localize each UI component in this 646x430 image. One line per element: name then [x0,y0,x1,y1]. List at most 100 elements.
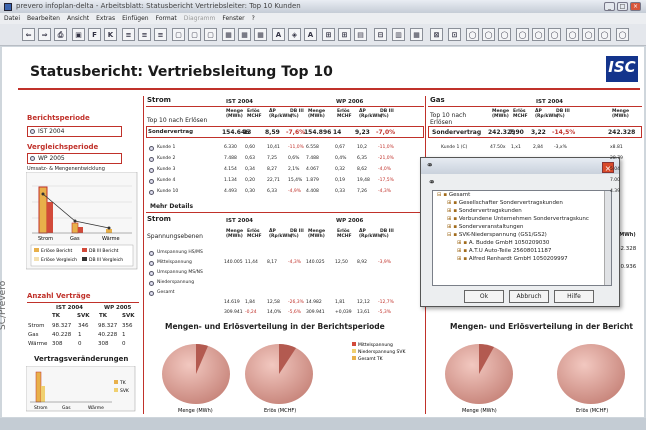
toolbar-button[interactable]: ▢ [172,28,185,41]
toolbar-button[interactable]: F [88,28,101,41]
toolbar-button[interactable]: ◯ [548,28,561,41]
spannung-cell[interactable]: Umspannung MS/NS [157,270,203,275]
gas-title: Gas [430,96,445,104]
gas-col-header: Menge (MWh) [492,109,510,119]
menu-extras[interactable]: Extras [96,15,115,22]
toolbar-button[interactable]: ⎙ [54,28,67,41]
strom-col-header: DB III (%) [380,109,394,119]
toolbar-button[interactable]: ⊠ [430,28,443,41]
tree-item[interactable]: ⊞ ▪ A. Budde GmbH 1050209030 [433,239,611,247]
folder-icon: ⊟ ▪ [447,232,459,238]
toolbar-button[interactable]: ◯ [616,28,629,41]
toolbar-button[interactable]: ◯ [566,28,579,41]
toolbar-button[interactable]: A [272,28,285,41]
menu-ansicht[interactable]: Ansicht [67,15,89,22]
menu-datei[interactable]: Datei [4,15,20,22]
toolbar-button[interactable]: ⊞ [322,28,335,41]
toolbar-button[interactable]: ▦ [410,28,423,41]
gas-cell: 1,x1 [511,145,521,150]
toolbar-button[interactable]: ⊞ [338,28,351,41]
gas-period: IST 2004 [536,99,563,105]
toolbar-button[interactable]: ≡ [122,28,135,41]
spannung-cell[interactable]: Umspannung HS/MS [157,250,203,255]
toolbar-button[interactable]: ▥ [392,28,405,41]
spannung-cell[interactable]: Gesamt [157,290,175,295]
bar-strom-db [47,202,53,233]
gas-cell[interactable]: Kunde 1 (C) [441,145,467,150]
pie-title-left: Mengen- und Erlösverteilung in der Beric… [165,322,385,331]
spannung-cell[interactable]: Niederspannung [157,280,194,285]
tree-item[interactable]: ⊟ ▪ SVK-Niederspannung (GS1/GS2) [433,231,611,239]
toolbar-button[interactable]: ▢ [204,28,217,41]
strom-cell[interactable]: Kunde 10 [157,189,178,194]
strom-cell[interactable]: Kunde 4 [157,178,175,183]
toolbar-button[interactable]: K [104,28,117,41]
menu-bar: Datei Bearbeiten Ansicht Extras Einfügen Form… [0,13,646,24]
tree-item[interactable]: ⊞ ▪ Sonderveranstaltungen [433,223,611,231]
tree-item[interactable]: ⊟ ▪ Gesamt [433,191,611,199]
toolbar-button[interactable]: ⊟ [374,28,387,41]
vt-cell: 98.327 [98,323,118,329]
abbruch-button[interactable]: Abbruch [509,290,549,303]
tree-item[interactable]: ⊞ ▪ A.T.U Auto-Teile 25608011187 [433,247,611,255]
toolbar-button[interactable]: ▦ [238,28,251,41]
menu-einfuegen[interactable]: Einfügen [122,15,148,22]
tree-item-label: Gesamt [448,192,471,198]
strom-cell: 0,33 [335,189,346,194]
toolbar-button[interactable]: ◯ [582,28,595,41]
toolbar-button[interactable]: ≡ [154,28,167,41]
berichtsperiode-select[interactable]: IST 2004 [27,126,122,137]
binoculars-icon[interactable]: ⚭ [426,161,434,171]
menu-fenster[interactable]: Fenster [222,15,244,22]
toolbar-button[interactable]: ▦ [254,28,267,41]
tree-item[interactable]: ⊞ ▪ Gesellschafter Sondervertragskunden [433,199,611,207]
toolbar-button[interactable]: ≡ [138,28,151,41]
svg-text:Wärme: Wärme [88,405,104,411]
ok-button[interactable]: Ok [464,290,504,303]
toolbar-button[interactable]: ◯ [598,28,611,41]
strom-cell[interactable]: Kunde 3 [157,167,175,172]
mehr-details-link[interactable]: Mehr Details [150,203,193,210]
tree-item[interactable]: ⊞ ▪ Verbundene Unternehmen Sondervertrag… [433,215,611,223]
vt-cell: 98.327 [52,323,72,329]
menu-bearbeiten[interactable]: Bearbeiten [27,15,60,22]
toolbar-button[interactable]: ◈ [288,28,301,41]
minimize-button[interactable]: _ [604,2,615,11]
strom-col-header: ÄP (Rp/kWh) [269,109,293,119]
toolbar-button[interactable]: ⇐ [22,28,35,41]
spannung-cell: 309.941 [224,310,243,315]
toolbar-button[interactable]: ▦ [222,28,235,41]
vt-cell: Wärme [28,341,48,347]
close-button[interactable]: × [630,2,641,11]
spannung-cell: -3,9% [378,260,392,265]
menu-format[interactable]: Format [156,15,177,22]
strom-cell[interactable]: Kunde 2 [157,156,175,161]
toolbar-button[interactable]: ◯ [466,28,479,41]
toolbar-button[interactable]: ▤ [354,28,367,41]
toolbar-button[interactable]: ⊡ [448,28,461,41]
toolbar-button[interactable]: ◯ [516,28,529,41]
toolbar-button[interactable]: ◯ [532,28,545,41]
vt-subhead: TK [52,313,61,319]
tree-item[interactable]: ⊞ ▪ Alfred Renhardt GmbH 1050209997 [433,255,611,263]
bar-waerme-erloese [106,229,112,233]
toolbar-button[interactable]: ▢ [188,28,201,41]
strom-cell[interactable]: Kunde 1 [157,145,175,150]
toolbar-button[interactable]: ◯ [482,28,495,41]
search-binoculars-icon[interactable]: ⚭ [428,178,436,188]
toolbar-button[interactable]: ▣ [72,28,85,41]
tree-item-label: SVK-Niederspannung (GS1/GS2) [458,232,547,238]
toolbar-button[interactable]: A [304,28,317,41]
tree-scrollbar[interactable] [604,191,611,285]
hilfe-button[interactable]: Hilfe [554,290,594,303]
toolbar-button[interactable]: ◯ [498,28,511,41]
menu-diagramm[interactable]: Diagramm [184,15,216,22]
tree-item[interactable]: ⊞ ▪ Sondervertragskunden [433,207,611,215]
vergleichsperiode-select[interactable]: WP 2005 [27,153,122,164]
sondervertrag-value: 154.896 [304,129,332,136]
spannung-cell[interactable]: Mittelspannung [157,260,192,265]
menu-help[interactable]: ? [252,15,255,22]
toolbar-button[interactable]: ⇒ [38,28,51,41]
customer-icon [149,168,154,173]
maximize-button[interactable]: □ [617,2,628,11]
